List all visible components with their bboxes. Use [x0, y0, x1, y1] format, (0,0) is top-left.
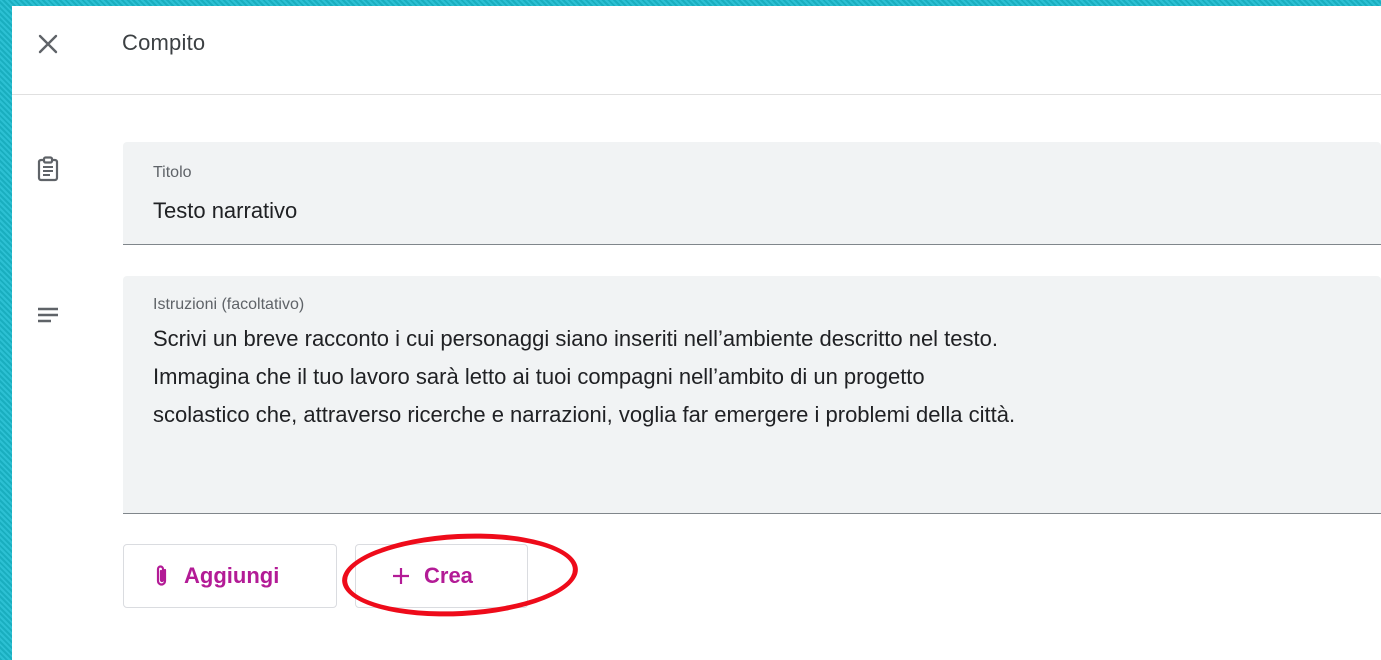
- instructions-field[interactable]: Istruzioni (facoltativo) Scrivi un breve…: [123, 276, 1381, 514]
- plus-icon: [393, 568, 409, 584]
- assignment-icon: [36, 156, 60, 182]
- add-button-label: Aggiungi: [184, 563, 280, 588]
- instructions-label: Istruzioni (facoltativo): [153, 296, 305, 313]
- page-title: Compito: [122, 30, 206, 55]
- close-button[interactable]: [32, 28, 64, 60]
- paperclip-icon: [156, 565, 167, 586]
- add-button[interactable]: Aggiungi: [123, 544, 337, 608]
- close-icon: [38, 34, 58, 54]
- dialog-header: Compito: [12, 6, 1381, 95]
- create-button-label: Crea: [424, 563, 473, 588]
- notes-icon: [36, 302, 60, 328]
- title-label: Titolo: [153, 164, 192, 181]
- title-field[interactable]: Titolo Testo narrativo: [123, 142, 1381, 245]
- instructions-input[interactable]: Scrivi un breve racconto i cui personagg…: [153, 320, 1361, 434]
- assignment-dialog: Compito Titolo Testo narrativo Istruzion…: [12, 6, 1381, 660]
- create-button[interactable]: Crea: [355, 544, 528, 608]
- title-input[interactable]: Testo narrativo: [153, 198, 297, 224]
